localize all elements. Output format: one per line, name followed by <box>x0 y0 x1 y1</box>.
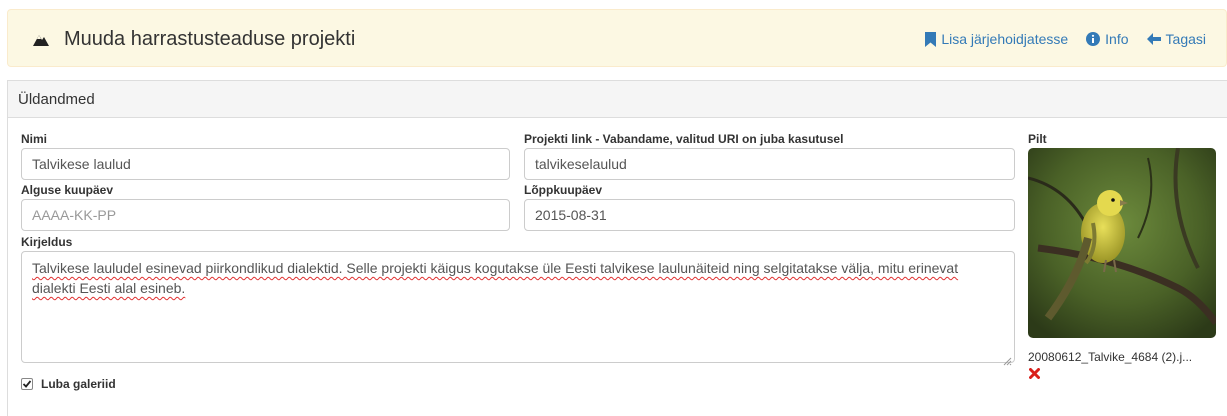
bookmark-button[interactable]: Lisa järjehoidjatesse <box>925 31 1068 47</box>
description-text: Talvikese lauludel esinevad piirkondliku… <box>32 260 959 296</box>
bookmark-label: Lisa järjehoidjatesse <box>941 31 1069 47</box>
back-button[interactable]: Tagasi <box>1146 31 1206 47</box>
info-label: Info <box>1105 31 1129 47</box>
picture-filename: 20080612_Talvike_4684 (2).j... <box>1028 350 1193 364</box>
gallery-toggle[interactable]: Luba galeriid <box>21 377 116 391</box>
mountain-icon <box>32 32 50 46</box>
info-icon <box>1086 32 1101 46</box>
gallery-checkbox[interactable] <box>21 378 33 390</box>
resize-grip-icon[interactable] <box>1003 351 1012 366</box>
remove-picture-icon[interactable] <box>1029 366 1040 382</box>
panel-heading: Üldandmed <box>8 81 1227 118</box>
bookmark-icon <box>925 31 937 47</box>
end-date-label: Lõppkuupäev <box>524 183 603 197</box>
picture-label: Pilt <box>1028 132 1047 146</box>
header-actions: Lisa järjehoidjatesse Info Tagasi <box>907 10 1206 68</box>
page-header: Muuda harrastusteaduse projekti Lisa jär… <box>7 9 1227 67</box>
link-label: Projekti link - Vabandame, valitud URI o… <box>524 132 844 146</box>
end-date-input[interactable]: 2015-08-31 <box>524 199 1015 231</box>
gallery-label: Luba galeriid <box>41 377 116 391</box>
info-button[interactable]: Info <box>1086 31 1129 47</box>
link-input[interactable]: talvikeselaulud <box>524 148 1015 180</box>
back-label: Tagasi <box>1165 31 1206 47</box>
page-title-wrap: Muuda harrastusteaduse projekti <box>32 10 355 68</box>
project-picture <box>1028 148 1216 338</box>
description-textarea[interactable]: Talvikese lauludel esinevad piirkondliku… <box>21 251 1015 366</box>
start-date-label: Alguse kuupäev <box>21 183 114 197</box>
name-label: Nimi <box>21 132 48 146</box>
page-title: Muuda harrastusteaduse projekti <box>64 27 356 50</box>
name-input[interactable]: Talvikese laulud <box>21 148 510 180</box>
arrow-left-icon <box>1146 33 1161 45</box>
start-date-input[interactable]: AAAA-KK-PP <box>21 199 510 231</box>
description-label: Kirjeldus <box>21 235 73 249</box>
